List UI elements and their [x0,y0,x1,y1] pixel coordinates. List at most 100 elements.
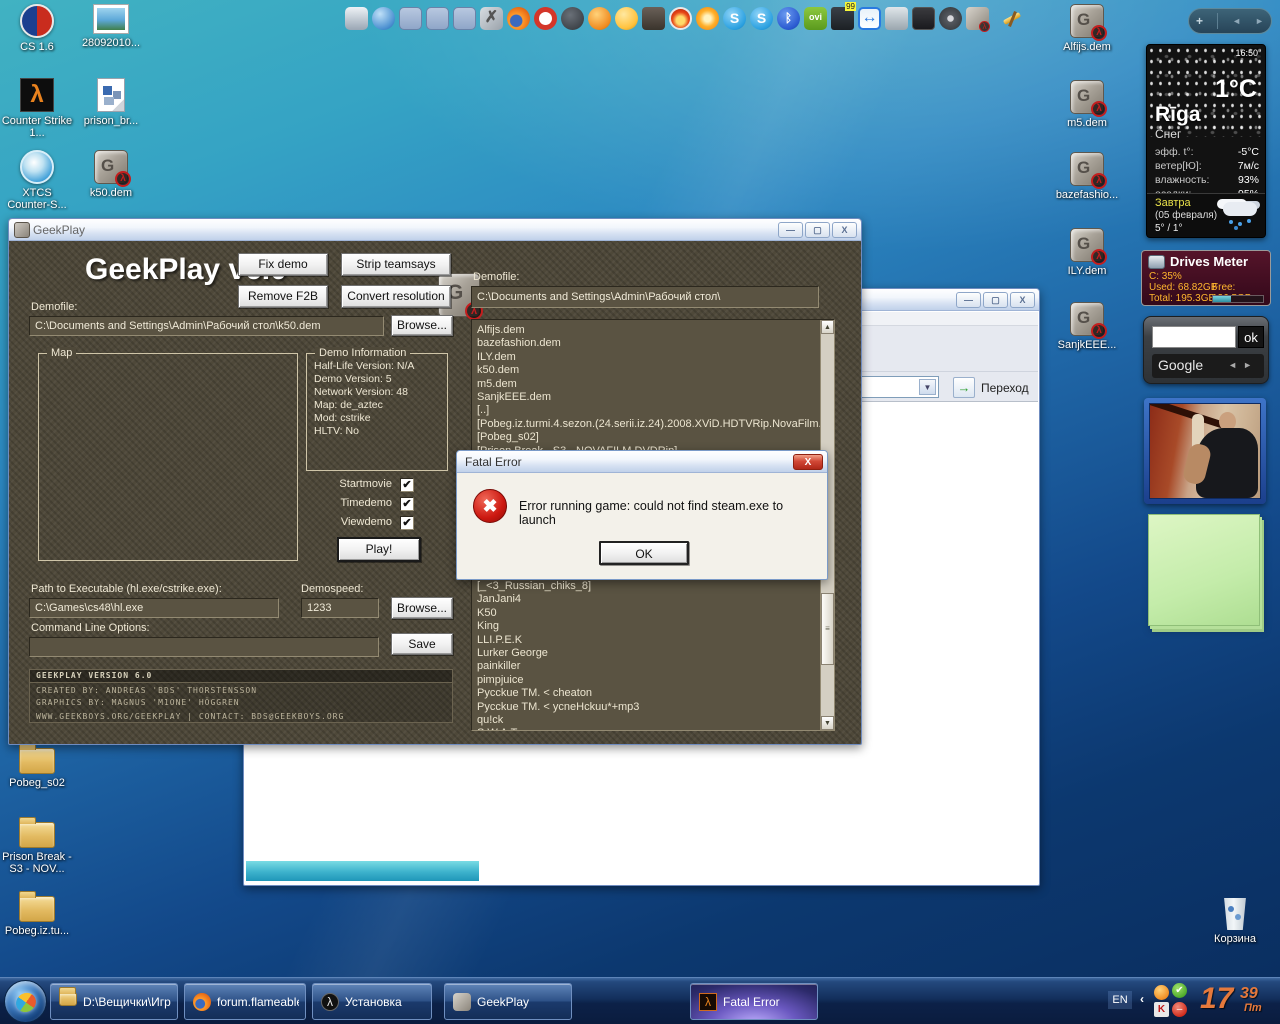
prev-widget-button[interactable]: ◄ [1232,16,1241,26]
ok-button[interactable]: OK [599,541,689,565]
nero-burn-icon[interactable] [669,7,692,30]
address-dropdown-arrow[interactable]: ▼ [919,379,936,395]
geekplay-titlebar[interactable]: GeekPlay — ▢ X [9,219,861,241]
strip-teamsays-button[interactable]: Strip teamsays [341,253,451,276]
firefox-icon[interactable] [507,7,530,30]
list-item[interactable]: Pycckue TM. < ycneHckuu*+mp3 [472,701,820,714]
my-computer-icon[interactable] [345,7,368,30]
tray-agent-icon[interactable] [1154,985,1169,1000]
list-item[interactable]: [_<3_Russian_chiks_8] [472,580,820,593]
list-item[interactable]: K50 [472,607,820,620]
list-item[interactable]: JanJani4 [472,593,820,606]
list-item[interactable]: [Pobeg.iz.turmi.4.sezon.(24.serii.iz.24)… [472,418,834,431]
demofile-dir-field[interactable]: C:\Documents and Settings\Admin\Рабочий … [471,286,819,308]
list-item[interactable]: painkiller [472,660,820,673]
list-item[interactable]: [Pobeg_s02] [472,431,834,444]
timedemo-checkbox[interactable]: ✔ [400,497,414,511]
desktop-icon-cs16[interactable]: CS 1.6 [0,4,74,53]
google-search-input[interactable] [1152,326,1236,348]
folder-b-icon[interactable] [426,7,449,30]
folder-a-icon[interactable] [399,7,422,30]
image-tool-icon[interactable] [885,7,908,30]
demofile-field[interactable]: C:\Documents and Settings\Admin\Рабочий … [29,316,384,336]
desktop-icon-counter-strike[interactable]: λ Counter Strike 1... [0,78,74,139]
convert-resolution-button[interactable]: Convert resolution [341,285,451,308]
desktop-icon-bazefashion-dem[interactable]: Gλ bazefashio... [1050,152,1124,201]
taskbar-item-fatal-error[interactable]: λ Fatal Error [690,983,818,1020]
internet-globe-icon[interactable] [372,7,395,30]
taskbar-clock[interactable]: 17 39 Пт [1200,982,1278,1016]
list-item[interactable]: pimpjuice [472,674,820,687]
list-item[interactable]: Lurker George [472,647,820,660]
close-button[interactable]: X [793,454,823,470]
go-arrow-icon[interactable]: → [953,377,975,398]
media-player-icon[interactable] [561,7,584,30]
close-button[interactable]: X [832,222,857,238]
gold-pickaxe-icon[interactable] [1001,7,1024,30]
list-item[interactable]: LLI.P.E.K [472,634,820,647]
scroll-up-button[interactable]: ▲ [821,320,834,334]
tray-update-ok-icon[interactable]: ✔ [1172,983,1187,998]
demospeed-field[interactable]: 1233 [301,598,379,618]
maximize-button[interactable]: ▢ [983,292,1008,308]
repair-tools-icon[interactable]: ✗ [480,7,503,30]
google-ok-button[interactable]: ok [1238,326,1264,348]
startmovie-checkbox[interactable]: ✔ [400,478,414,492]
ovi-suite-icon[interactable]: ovi [804,7,827,30]
viewdemo-checkbox[interactable]: ✔ [400,516,414,530]
cmd-options-field[interactable] [29,637,379,657]
maximize-button[interactable]: ▢ [805,222,830,238]
desktop-icon-ily-dem[interactable]: Gλ ILY.dem [1050,228,1124,277]
desktop-folder-pobeg-iz-tu[interactable]: Pobeg.iz.tu... [0,896,74,937]
bluetooth-icon[interactable]: ᛒ [777,7,800,30]
desktop-icon-recycle-bin[interactable]: Корзина [1198,898,1272,945]
remove-f2b-button[interactable]: Remove F2B [238,285,328,308]
amber-ball-icon[interactable] [615,7,638,30]
desktop-icon-photo-28092010[interactable]: 28092010... [74,4,148,49]
minimize-button[interactable]: — [778,222,803,238]
photo-frame-widget[interactable] [1144,398,1266,504]
scroll-down-button[interactable]: ▼ [821,716,834,730]
desktop-folder-pobeg-s02[interactable]: Pobeg_s02 [0,748,74,789]
sun-ball-icon[interactable] [696,7,719,30]
close-button[interactable]: X [1010,292,1035,308]
tray-blocked-icon[interactable]: – [1172,1002,1187,1017]
taskbar-item-explorer[interactable]: D:\Вещички\Игр... [50,983,178,1020]
list-item[interactable]: [..] [472,404,834,417]
exec-path-field[interactable]: C:\Games\cs48\hl.exe [29,598,279,618]
weather-widget[interactable]: 16:50 1°C Rīga Снег эфф. t°:-5°C ветер[Ю… [1146,44,1266,238]
start-button[interactable] [4,980,47,1023]
list-item[interactable]: Alfijs.dem [472,324,834,337]
next-widget-button[interactable]: ► [1255,16,1264,26]
teamviewer-icon[interactable]: ↔ [858,7,881,30]
skype-icon[interactable]: S [723,7,746,30]
play-button[interactable]: Play! [337,537,421,562]
minimize-button[interactable]: — [956,292,981,308]
sticky-note-widget[interactable] [1148,514,1260,626]
drives-meter-widget[interactable]: Drives Meter C: 35% Used: 68.82GB Free: … [1141,250,1271,306]
taskbar-item-firefox[interactable]: forum.flameable.... [184,983,306,1020]
list-item[interactable]: Pycckue TM. < cheaton [472,687,820,700]
browse-exec-button[interactable]: Browse... [391,597,453,619]
list-item[interactable]: King [472,620,820,633]
dialog-titlebar[interactable]: Fatal Error X [457,451,827,473]
add-widget-button[interactable]: + [1196,14,1203,28]
desktop-icon-m5-dem[interactable]: Gλ m5.dem [1050,80,1124,129]
taskbar-item-geekplay[interactable]: GeekPlay [444,983,572,1020]
geekplay-cube-icon[interactable]: λ [966,7,989,30]
save-button[interactable]: Save [391,633,453,655]
desktop-icon-sanjkeee-dem[interactable]: Gλ SanjkEEE... [1050,302,1124,351]
tray-collapse-chevron[interactable]: ‹ [1140,992,1144,1006]
folder-c-icon[interactable] [453,7,476,30]
system-monitor-99-icon[interactable]: 99 [831,7,854,30]
engine-prev-next-arrows[interactable]: ◄► [1228,354,1258,377]
desktop-icon-k50-dem[interactable]: Gλ k50.dem [74,150,148,199]
falcon-statue-icon[interactable] [642,7,665,30]
fortune-ball-icon[interactable] [588,7,611,30]
scroll-thumb[interactable]: ≡ [821,593,834,665]
black-console-icon[interactable] [912,7,935,30]
list-item[interactable]: k50.dem [472,364,834,377]
tray-kaspersky-icon[interactable]: K [1154,1002,1169,1017]
desktop-icon-xtcs[interactable]: XTCS Counter-S... [0,150,74,211]
list-item[interactable]: ILY.dem [472,351,834,364]
